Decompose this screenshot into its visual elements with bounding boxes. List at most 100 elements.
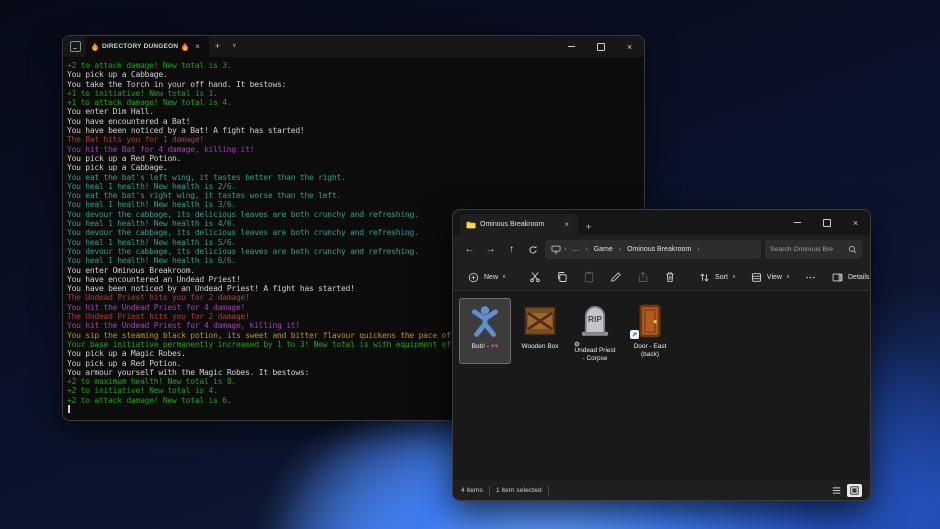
terminal-app-icon xyxy=(70,41,81,52)
breadcrumb-chevron: › xyxy=(619,246,621,253)
terminal-line: You enter Dim Hall. xyxy=(67,107,644,116)
delete-icon xyxy=(663,271,676,284)
rename-button[interactable] xyxy=(603,268,628,287)
forward-icon[interactable]: → xyxy=(482,244,499,255)
copy-button[interactable] xyxy=(549,268,574,287)
view-icon xyxy=(750,271,763,284)
door-icon xyxy=(631,302,669,340)
status-divider xyxy=(489,486,490,495)
explorer-tab-title: Ominous Breakroom xyxy=(480,221,557,228)
copy-icon xyxy=(555,271,568,284)
computer-icon xyxy=(551,245,561,254)
file-item[interactable]: Door - East(back) xyxy=(624,298,676,364)
refresh-icon[interactable] xyxy=(524,245,541,255)
file-name: Undead Priest- Corpse xyxy=(574,341,615,363)
chevron-down-icon: ∨ xyxy=(732,274,736,280)
address-bar[interactable]: › … › Game › Ominous Breakroom › xyxy=(545,240,761,259)
delete-button[interactable] xyxy=(657,268,682,287)
breadcrumb-chevron: › xyxy=(564,246,566,253)
status-divider xyxy=(548,486,549,495)
folder-icon xyxy=(466,221,476,229)
terminal-cursor xyxy=(68,405,70,414)
back-icon[interactable]: ← xyxy=(461,244,478,255)
file-item[interactable]: Wooden Box xyxy=(514,298,566,364)
close-button[interactable]: × xyxy=(615,36,644,57)
explorer-tabbar[interactable]: Ominous Breakroom × + × xyxy=(453,210,870,235)
new-button[interactable]: New ∨ xyxy=(461,268,512,287)
new-tab-button[interactable]: + xyxy=(209,40,226,53)
explorer-tab[interactable]: Ominous Breakroom × xyxy=(460,214,578,235)
selection-count: 1 item selected xyxy=(496,487,542,494)
maximize-button[interactable] xyxy=(586,36,615,57)
health-hearts: ♥♥ xyxy=(491,343,499,350)
flame-icon xyxy=(181,42,189,51)
explorer-statusbar: 4 items 1 item selected xyxy=(453,480,870,500)
svg-text:RIP: RIP xyxy=(588,314,603,324)
tombstone-icon: RIP xyxy=(576,302,614,338)
details-button[interactable]: Details xyxy=(825,268,871,287)
chevron-down-icon: ∨ xyxy=(502,274,506,280)
maximize-button[interactable] xyxy=(812,210,841,235)
tab-dropdown-button[interactable]: ∨ xyxy=(226,40,242,53)
details-pane-icon xyxy=(831,271,844,284)
chevron-down-icon: ∨ xyxy=(786,274,790,280)
minimize-button[interactable] xyxy=(783,210,812,235)
terminal-tab[interactable]: DIRECTORY DUNGEON × xyxy=(86,36,209,57)
terminal-line: You pick up a Cabbage. xyxy=(67,163,644,172)
new-tab-button[interactable]: + xyxy=(578,222,599,235)
search-box[interactable]: Search Ominous Bre xyxy=(765,240,862,259)
list-view-toggle[interactable] xyxy=(829,484,844,497)
view-button[interactable]: View ∨ xyxy=(744,268,796,287)
up-icon[interactable]: ↑ xyxy=(503,244,520,255)
rename-icon xyxy=(609,271,622,284)
terminal-line: You take the Torch in your off hand. It … xyxy=(67,80,644,89)
tab-close-icon[interactable]: × xyxy=(192,42,203,52)
search-input[interactable]: Search Ominous Bre xyxy=(770,246,845,253)
terminal-line: You have encountered a Bat! xyxy=(67,117,644,126)
terminal-line: You eat the bat's right wing, it tastes … xyxy=(67,191,644,200)
file-name: Door - East(back) xyxy=(634,343,667,359)
search-icon xyxy=(848,245,857,254)
terminal-line: You hit the Bat for 4 damage, killing it… xyxy=(67,145,644,154)
paste-icon xyxy=(582,271,595,284)
terminal-titlebar[interactable]: DIRECTORY DUNGEON × + ∨ × xyxy=(63,36,644,57)
breadcrumb-chevron: › xyxy=(585,246,587,253)
terminal-line: +1 to initiative! New total is 1. xyxy=(67,89,644,98)
sort-button[interactable]: Sort ∨ xyxy=(692,268,742,287)
terminal-line: +2 to attack damage! New total is 3. xyxy=(67,61,644,70)
breadcrumb-game[interactable]: Game xyxy=(591,245,616,254)
breadcrumb-chevron: › xyxy=(697,246,699,253)
thumbnail-view-toggle[interactable] xyxy=(847,484,862,497)
terminal-line: You pick up a Cabbage. xyxy=(67,70,644,79)
file-name: Bob! - ♥♥ xyxy=(472,343,499,351)
tab-close-icon[interactable]: × xyxy=(561,220,572,230)
ellipsis-icon xyxy=(804,271,817,284)
terminal-line: You have been noticed by a Bat! A fight … xyxy=(67,126,644,135)
file-list[interactable]: Bob! - ♥♥ Wooden Box RIP Undead Priest- Co… xyxy=(453,291,870,480)
cut-button[interactable] xyxy=(522,268,547,287)
share-icon xyxy=(636,271,649,284)
terminal-line: You eat the bat's left wing, it tastes b… xyxy=(67,173,644,182)
desktop-wallpaper: DIRECTORY DUNGEON × + ∨ × +2 to attack d… xyxy=(0,0,940,529)
minimize-button[interactable] xyxy=(557,36,586,57)
shortcut-arrow-icon xyxy=(630,330,639,339)
explorer-toolbar: New ∨ xyxy=(453,264,870,291)
close-button[interactable]: × xyxy=(841,210,870,235)
breadcrumb-ominous-breakroom[interactable]: Ominous Breakroom xyxy=(624,245,694,254)
terminal-line: You heal 1 health! New health is 2/6. xyxy=(67,182,644,191)
file-item[interactable]: RIP Undead Priest- Corpse xyxy=(569,298,621,364)
file-item[interactable]: Bob! - ♥♥ xyxy=(459,298,511,364)
cut-icon xyxy=(528,271,541,284)
file-name: Wooden Box xyxy=(521,343,558,351)
terminal-line: The Bat hits you for 1 damage! xyxy=(67,135,644,144)
sort-icon xyxy=(698,271,711,284)
flame-icon xyxy=(91,42,99,51)
share-button[interactable] xyxy=(630,268,655,287)
new-icon xyxy=(467,271,480,284)
paste-button[interactable] xyxy=(576,268,601,287)
view-button-label: View xyxy=(767,274,782,281)
terminal-line: You pick up a Red Potion. xyxy=(67,154,644,163)
new-button-label: New xyxy=(484,274,498,281)
more-options-button[interactable] xyxy=(798,268,823,287)
breadcrumb-overflow[interactable]: … xyxy=(569,245,582,254)
